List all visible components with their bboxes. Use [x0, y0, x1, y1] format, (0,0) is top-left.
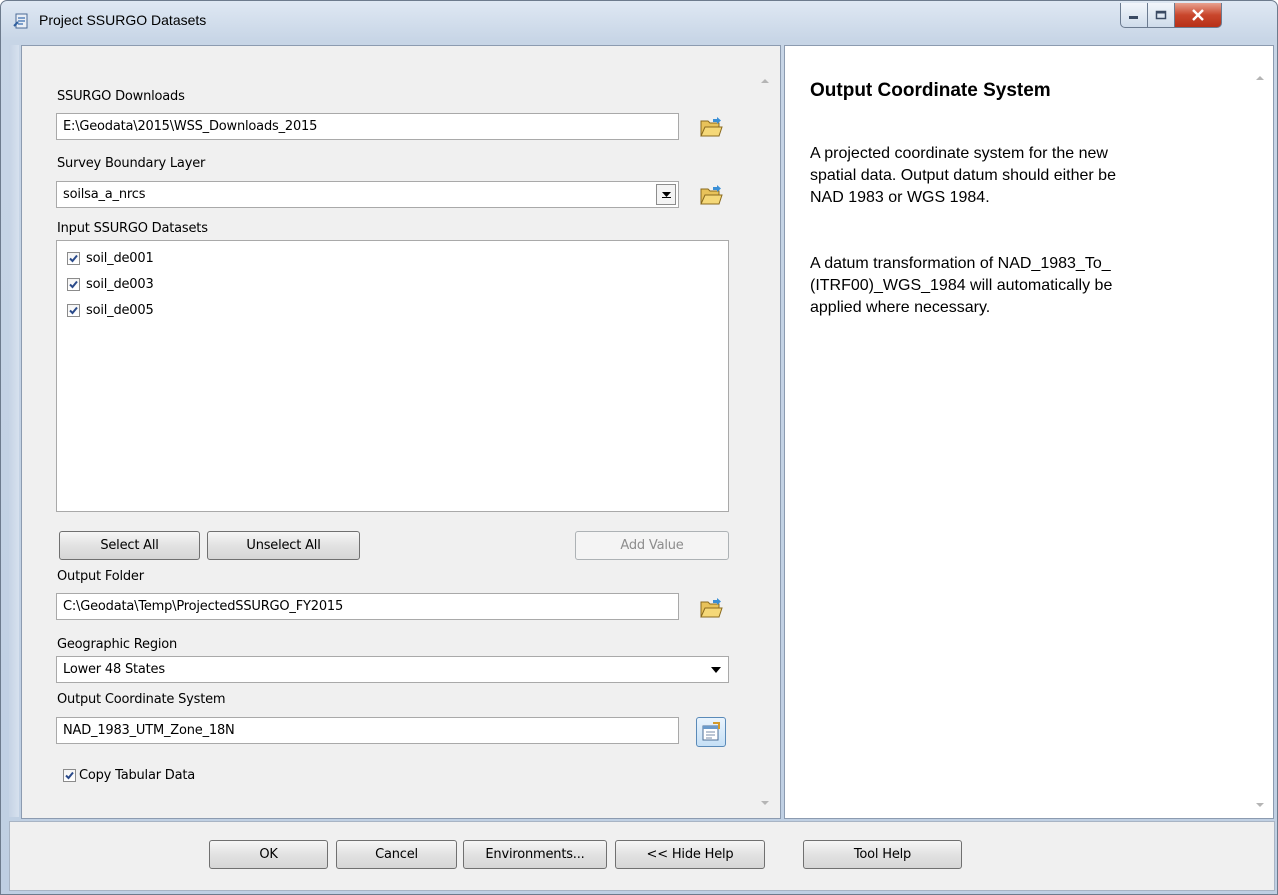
select-all-button[interactable]: Select All: [59, 531, 200, 560]
geographic-region-value: Lower 48 States: [63, 662, 165, 677]
project-ssurgo-dialog: Project SSURGO Datasets SSURGO Downloads…: [0, 0, 1278, 895]
geographic-region-label: Geographic Region: [57, 637, 178, 652]
close-icon: [1192, 9, 1204, 21]
list-item[interactable]: soil_de005: [67, 300, 154, 320]
maximize-icon: [1155, 10, 1167, 20]
open-folder-icon: [700, 117, 723, 137]
survey-boundary-value: soilsa_a_nrcs: [63, 187, 146, 202]
input-datasets-list[interactable]: soil_de001 soil_de003 soil_de005: [56, 240, 729, 512]
dataset-checkbox[interactable]: [67, 277, 80, 291]
dataset-checkbox[interactable]: [67, 251, 80, 265]
browse-ssurgo-downloads-button[interactable]: [696, 112, 726, 142]
output-coordinate-system-field[interactable]: NAD_1983_UTM_Zone_18N: [56, 717, 679, 744]
copy-tabular-option[interactable]: Copy Tabular Data: [63, 768, 195, 783]
dataset-label: soil_de003: [86, 276, 154, 292]
help-line: spatial data. Output datum should either…: [810, 167, 1116, 184]
help-scroll-up-arrow[interactable]: [1254, 73, 1266, 83]
checkmark-icon: [69, 306, 78, 314]
ssurgo-downloads-field[interactable]: E:\Geodata\2015\WSS_Downloads_2015: [56, 113, 679, 140]
tool-help-button[interactable]: Tool Help: [803, 840, 962, 869]
help-line: (ITRF00)_WGS_1984 will automatically be: [810, 277, 1113, 294]
chevron-up-icon: [1256, 76, 1264, 80]
environments-button[interactable]: Environments...: [463, 840, 607, 869]
dataset-label: soil_de005: [86, 302, 154, 318]
help-line: A datum transformation of NAD_1983_To_: [810, 255, 1111, 272]
dataset-checkbox[interactable]: [67, 303, 80, 317]
chevron-down-icon: [761, 801, 769, 805]
scroll-up-arrow[interactable]: [759, 76, 771, 86]
dataset-label: soil_de001: [86, 250, 154, 266]
browse-output-folder-button[interactable]: [696, 593, 726, 623]
add-value-button[interactable]: Add Value: [575, 531, 729, 560]
input-datasets-label: Input SSURGO Datasets: [57, 221, 208, 236]
coordinate-properties-icon: [702, 722, 720, 741]
help-scroll-down-arrow[interactable]: [1254, 800, 1266, 810]
title-bar[interactable]: Project SSURGO Datasets: [1, 1, 1277, 41]
minimize-button[interactable]: [1120, 3, 1148, 28]
survey-boundary-label: Survey Boundary Layer: [57, 156, 206, 171]
list-item[interactable]: soil_de003: [67, 274, 154, 294]
output-folder-field[interactable]: C:\Geodata\Temp\ProjectedSSURGO_FY2015: [56, 593, 679, 620]
hide-help-button[interactable]: << Hide Help: [615, 840, 765, 869]
help-paragraph-2: A datum transformation of NAD_1983_To_ (…: [810, 253, 1230, 319]
help-paragraph-1: A projected coordinate system for the ne…: [810, 143, 1230, 209]
minimize-icon: [1129, 16, 1138, 19]
maximize-button[interactable]: [1147, 3, 1175, 28]
help-line: NAD 1983 or WGS 1984.: [810, 189, 990, 206]
chevron-down-icon: [661, 191, 671, 198]
browse-survey-boundary-button[interactable]: [696, 180, 726, 210]
help-line: applied where necessary.: [810, 299, 991, 316]
output-folder-label: Output Folder: [57, 569, 144, 584]
chevron-down-icon: [1256, 803, 1264, 807]
checkmark-icon: [69, 280, 78, 288]
cancel-button[interactable]: Cancel: [336, 840, 457, 869]
copy-tabular-checkbox[interactable]: [63, 769, 76, 782]
ssurgo-downloads-label: SSURGO Downloads: [57, 89, 185, 104]
output-coordinate-system-label: Output Coordinate System: [57, 692, 226, 707]
checkmark-icon: [65, 771, 74, 780]
window-edge: [9, 45, 19, 817]
coordinate-system-properties-button[interactable]: [696, 717, 726, 747]
help-line: A projected coordinate system for the ne…: [810, 145, 1108, 162]
window-title: Project SSURGO Datasets: [39, 12, 207, 28]
scroll-down-arrow[interactable]: [759, 798, 771, 808]
geographic-region-dropdown[interactable]: Lower 48 States: [56, 656, 729, 683]
chevron-up-icon: [761, 79, 769, 83]
list-item[interactable]: soil_de001: [67, 248, 154, 268]
ok-button[interactable]: OK: [209, 840, 328, 869]
unselect-all-button[interactable]: Unselect All: [207, 531, 360, 560]
toolbox-script-icon: [13, 12, 31, 30]
checkmark-icon: [69, 254, 78, 262]
help-title: Output Coordinate System: [810, 80, 1051, 101]
copy-tabular-label: Copy Tabular Data: [79, 768, 196, 783]
survey-boundary-dropdown[interactable]: soilsa_a_nrcs: [56, 181, 679, 208]
dropdown-arrow[interactable]: [706, 659, 726, 680]
chevron-down-icon: [711, 666, 721, 673]
close-button[interactable]: [1174, 3, 1222, 28]
open-folder-icon: [700, 598, 723, 618]
open-folder-icon: [700, 185, 723, 205]
dropdown-arrow[interactable]: [656, 184, 676, 205]
